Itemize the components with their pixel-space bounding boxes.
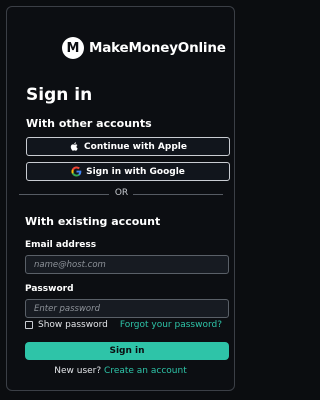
continue-with-apple-button[interactable]: Continue with Apple [26,137,230,156]
forgot-password-link[interactable]: Forgot your password? [120,320,222,330]
other-accounts-heading: With other accounts [26,117,152,130]
email-field[interactable] [25,255,229,274]
sign-in-card: M MakeMoneyOnline Sign in With other acc… [6,6,235,391]
apple-icon [69,141,80,152]
create-account-row: New user? Create an account [6,366,235,376]
show-password-label: Show password [38,320,108,330]
page-title: Sign in [26,85,93,105]
new-user-text: New user? [54,366,102,376]
show-password-checkbox[interactable] [25,321,33,329]
or-text: OR [114,188,129,198]
google-button-label: Sign in with Google [86,166,185,177]
apple-button-label: Continue with Apple [84,141,187,152]
sign-in-button[interactable]: Sign in [25,342,229,360]
brand-logo: M MakeMoneyOnline [62,37,226,59]
brand-mark-letter: M [66,40,80,56]
brand-mark-icon: M [62,37,84,59]
create-account-link[interactable]: Create an account [104,366,187,376]
google-icon [71,166,82,177]
password-field[interactable] [25,299,229,318]
sign-in-with-google-button[interactable]: Sign in with Google [26,162,230,181]
brand-name: MakeMoneyOnline [89,40,226,56]
show-password-row[interactable]: Show password [25,320,108,330]
